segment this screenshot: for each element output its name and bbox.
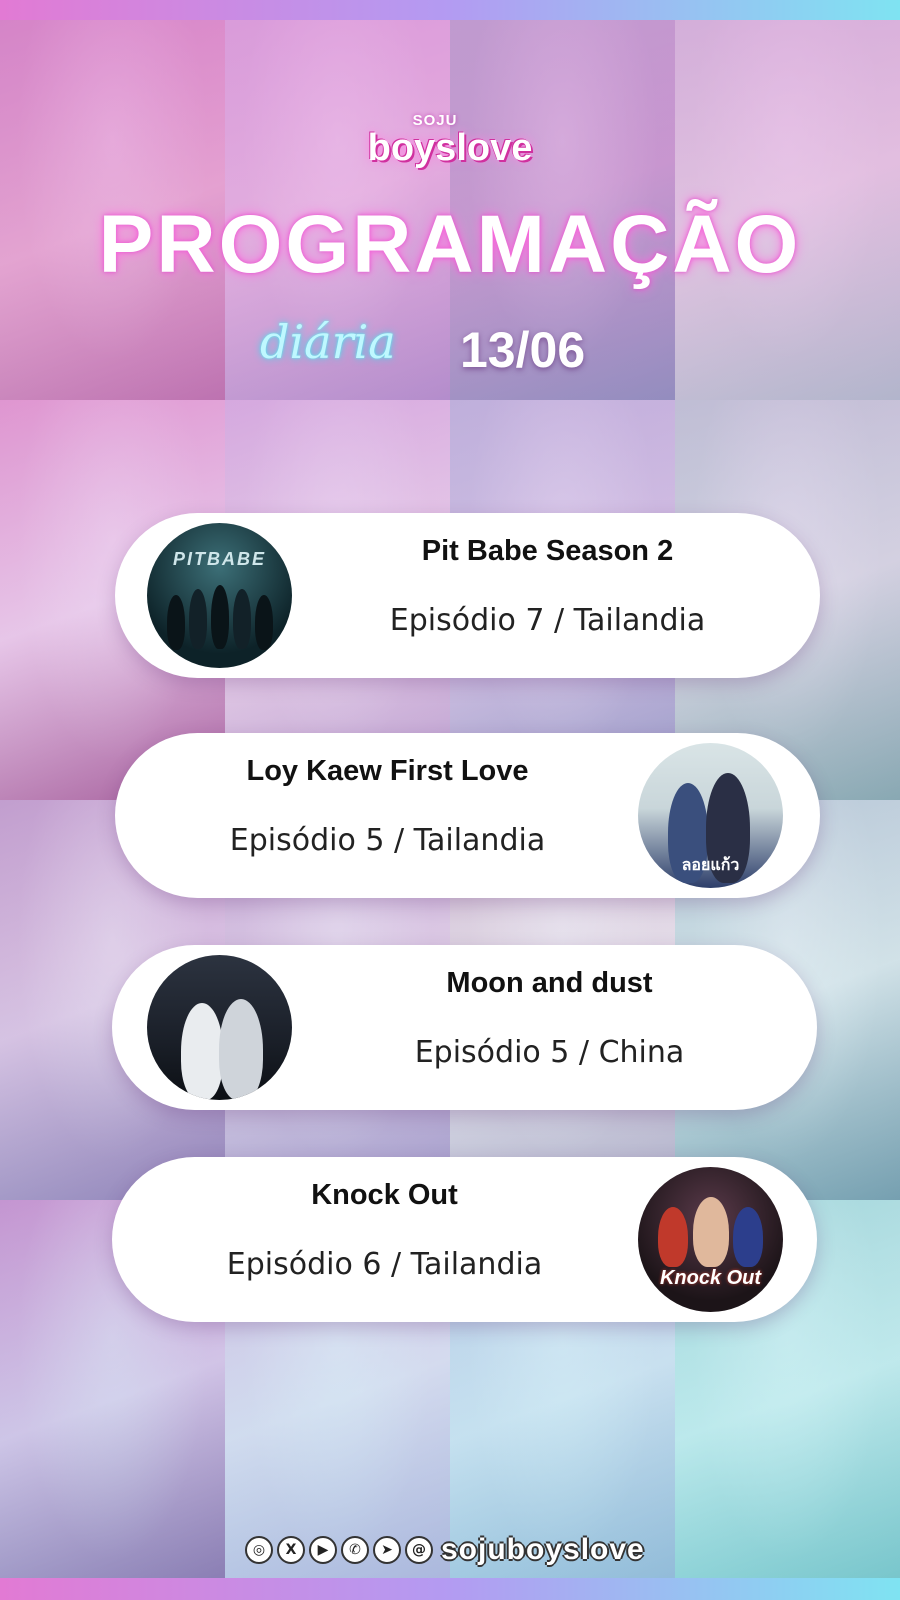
schedule-card-knock-out[interactable]: Knock Out Episódio 6 / Tailandia Knock O…	[112, 1157, 817, 1322]
show-poster: Knock Out	[638, 1167, 783, 1312]
show-title: Moon and dust	[446, 967, 653, 999]
subtitle-script: diária	[260, 315, 396, 369]
logo-wordmark: boyslove	[367, 127, 533, 169]
whatsapp-icon[interactable]: ✆	[341, 1536, 369, 1564]
telegram-icon[interactable]: ➤	[373, 1536, 401, 1564]
page-title: PROGRAMAÇÃO	[98, 199, 802, 290]
episode-info: Episódio 7 / Tailandia	[389, 603, 706, 638]
top-gradient-bar	[0, 0, 900, 20]
youtube-icon[interactable]: ▶	[309, 1536, 337, 1564]
show-poster	[147, 955, 292, 1100]
show-title: Knock Out	[311, 1179, 458, 1211]
schedule-date: 13/06	[460, 322, 586, 378]
schedule-card-loy-kaew[interactable]: Loy Kaew First Love Episódio 5 / Tailand…	[115, 733, 820, 898]
instagram-icon[interactable]: ◎	[245, 1536, 273, 1564]
brand-logo: SOJU boyslove	[350, 112, 550, 172]
schedule-card-moon-and-dust[interactable]: Moon and dust Episódio 5 / China	[112, 945, 817, 1110]
social-footer: ◎ X ▶ ✆ ➤ @ sojuboyslove	[245, 1532, 645, 1568]
show-poster: ลอยแก้ว	[638, 743, 783, 888]
show-title: Loy Kaew First Love	[246, 755, 529, 787]
show-poster: PITBABE	[147, 523, 292, 668]
show-title: Pit Babe Season 2	[421, 535, 674, 567]
poster-title: ลอยแก้ว	[681, 857, 740, 874]
subtitle: diária 13/06	[260, 315, 660, 385]
poster-title: PITBABE	[172, 549, 266, 569]
episode-info: Episódio 6 / Tailandia	[226, 1247, 543, 1282]
schedule-card-pit-babe[interactable]: PITBABE Pit Babe Season 2 Episódio 7 / T…	[115, 513, 820, 678]
threads-icon[interactable]: @	[405, 1536, 433, 1564]
episode-info: Episódio 5 / China	[414, 1035, 685, 1070]
bottom-gradient-bar	[0, 1578, 900, 1600]
x-icon[interactable]: X	[277, 1536, 305, 1564]
episode-info: Episódio 5 / Tailandia	[229, 823, 546, 858]
poster-title: Knock Out	[659, 1267, 762, 1289]
social-handle[interactable]: sojuboyslove	[441, 1533, 645, 1567]
